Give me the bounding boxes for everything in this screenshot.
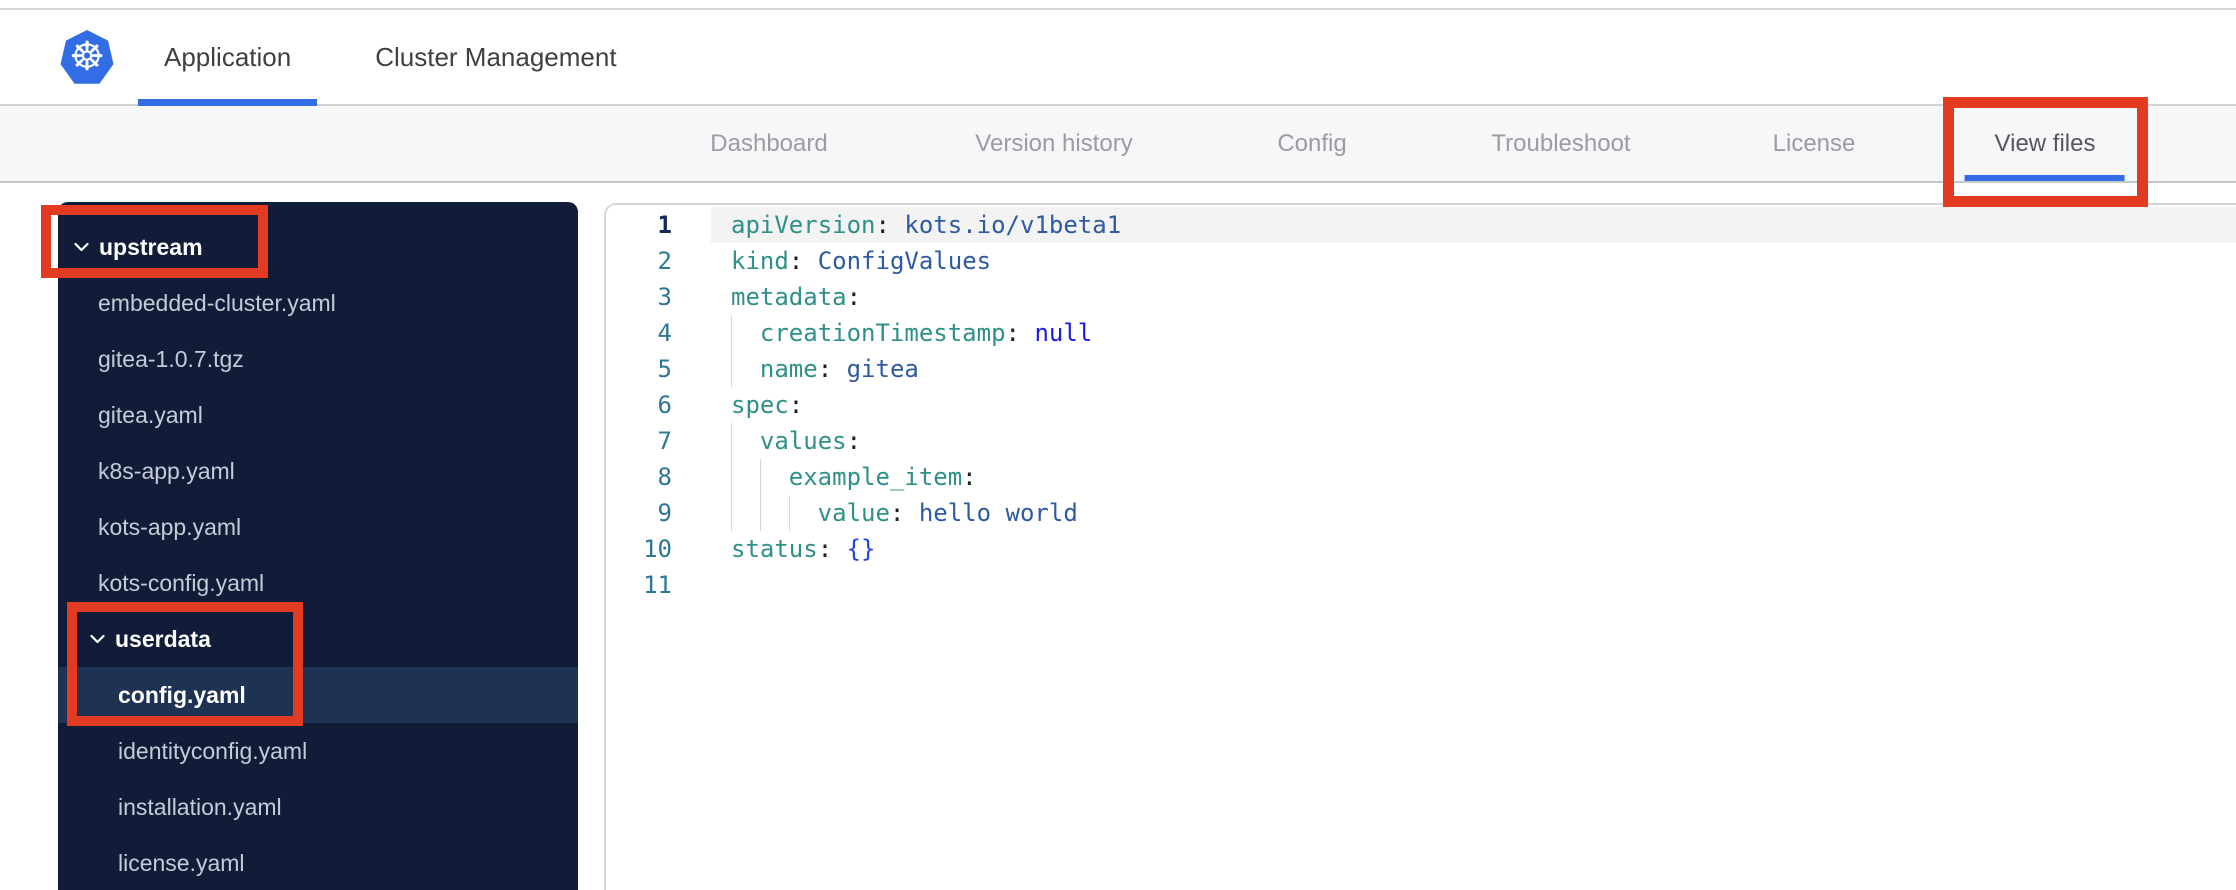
tab-license[interactable]: License <box>1773 106 1856 181</box>
tree-item-label: kots-app.yaml <box>98 513 242 540</box>
tab-application[interactable]: Application <box>138 10 318 106</box>
tree-item-label: identityconfig.yaml <box>118 737 308 764</box>
code-line: 5 name: gitea <box>606 351 2236 387</box>
line-number: 9 <box>657 499 672 527</box>
tree-item-label: upstream <box>99 233 203 260</box>
tab-cluster-management-label: Cluster Management <box>375 41 617 72</box>
tree-item-label: kots-config.yaml <box>98 569 265 596</box>
code-line-content[interactable]: value: hello world <box>711 495 2236 531</box>
code-line-content[interactable]: kind: ConfigValues <box>711 243 2236 279</box>
code-line: 4 creationTimestamp: null <box>606 315 2236 351</box>
line-number: 6 <box>657 391 672 419</box>
tree-file-gitea.yaml[interactable]: gitea.yaml <box>58 387 578 443</box>
code-line-content[interactable]: example_item: <box>711 459 2236 495</box>
tree-file-kots-app.yaml[interactable]: kots-app.yaml <box>58 499 578 555</box>
code-line: 10 status: {} <box>606 531 2236 567</box>
tree-file-installation.yaml[interactable]: installation.yaml <box>58 779 578 835</box>
tree-file-kots-config.yaml[interactable]: kots-config.yaml <box>58 555 578 611</box>
tree-item-label: gitea.yaml <box>98 401 203 428</box>
code-line: 11 <box>606 567 2236 603</box>
line-number: 8 <box>657 463 672 491</box>
tab-version-history[interactable]: Version history <box>975 106 1132 181</box>
app-header: ☸ Application Cluster Management <box>0 10 2236 106</box>
tab-troubleshoot[interactable]: Troubleshoot <box>1491 106 1630 181</box>
chevron-down-icon <box>90 634 105 644</box>
tree-folder-userdata[interactable]: userdata <box>58 611 578 667</box>
code-line: 6 spec: <box>606 387 2236 423</box>
editor-panel: 1 apiVersion: kots.io/v1beta1 2 kind: Co… <box>604 203 2236 890</box>
code-line-content[interactable] <box>711 567 2236 603</box>
code-line-content[interactable]: values: <box>711 423 2236 459</box>
tab-config[interactable]: Config <box>1277 106 1346 181</box>
tree-file-config.yaml[interactable]: config.yaml <box>58 667 578 723</box>
active-subnav-underline <box>1965 175 2125 181</box>
file-tree: upstream embedded-cluster.yaml gitea-1.0… <box>58 202 578 890</box>
code-lines: 1 apiVersion: kots.io/v1beta1 2 kind: Co… <box>606 207 2236 603</box>
tree-file-embedded-cluster.yaml[interactable]: embedded-cluster.yaml <box>58 275 578 331</box>
tab-config-label: Config <box>1277 129 1347 157</box>
tab-view-files[interactable]: View files <box>1965 106 2125 181</box>
tab-application-label: Application <box>164 41 292 72</box>
tree-file-license.yaml[interactable]: license.yaml <box>58 835 578 890</box>
line-number: 3 <box>657 283 672 311</box>
line-number: 2 <box>657 247 672 275</box>
code-line-content[interactable]: apiVersion: kots.io/v1beta1 <box>711 207 2236 243</box>
line-number: 4 <box>657 319 672 347</box>
tree-item-label: k8s-app.yaml <box>98 457 235 484</box>
tree-item-label: gitea-1.0.7.tgz <box>98 345 244 372</box>
tab-view-files-label: View files <box>1994 129 2096 157</box>
tree-file-identityconfig.yaml[interactable]: identityconfig.yaml <box>58 723 578 779</box>
tree-item-label: license.yaml <box>118 849 245 876</box>
code-line-content[interactable]: status: {} <box>711 531 2236 567</box>
tab-dashboard[interactable]: Dashboard <box>710 106 827 181</box>
kubernetes-heptagon: ☸ <box>60 30 114 84</box>
code-line: 7 values: <box>606 423 2236 459</box>
chevron-down-icon <box>74 242 89 252</box>
tree-item-label: config.yaml <box>118 681 246 708</box>
app-subnav: Dashboard Version history Config Trouble… <box>0 106 2236 183</box>
tree-item-label: userdata <box>115 625 211 652</box>
line-number: 7 <box>657 427 672 455</box>
line-number: 1 <box>657 211 672 239</box>
code-line: 3 metadata: <box>606 279 2236 315</box>
tree-item-label: installation.yaml <box>118 793 282 820</box>
tree-item-label: embedded-cluster.yaml <box>98 289 336 316</box>
tab-version-history-label: Version history <box>975 129 1133 157</box>
tree-folder-upstream[interactable]: upstream <box>58 219 578 275</box>
tab-dashboard-label: Dashboard <box>710 129 828 157</box>
tab-license-label: License <box>1772 129 1856 157</box>
line-number: 11 <box>643 571 672 599</box>
code-line-content[interactable]: spec: <box>711 387 2236 423</box>
active-tab-underline <box>138 99 318 106</box>
code-line: 1 apiVersion: kots.io/v1beta1 <box>606 207 2236 243</box>
code-line-content[interactable]: creationTimestamp: null <box>711 315 2236 351</box>
code-line-content[interactable]: name: gitea <box>711 351 2236 387</box>
kubernetes-logo[interactable]: ☸ <box>60 30 114 86</box>
header-tabs: Application Cluster Management <box>138 10 643 106</box>
code-line: 8 example_item: <box>606 459 2236 495</box>
helm-wheel-icon: ☸ <box>69 35 105 79</box>
tree-file-gitea-1.0.7.tgz[interactable]: gitea-1.0.7.tgz <box>58 331 578 387</box>
code-line: 9 value: hello world <box>606 495 2236 531</box>
tab-troubleshoot-label: Troubleshoot <box>1491 129 1631 157</box>
line-number: 5 <box>657 355 672 383</box>
tree-file-k8s-app.yaml[interactable]: k8s-app.yaml <box>58 443 578 499</box>
line-number: 10 <box>643 535 672 563</box>
tab-cluster-management[interactable]: Cluster Management <box>349 10 642 104</box>
code-line-content[interactable]: metadata: <box>711 279 2236 315</box>
code-line: 2 kind: ConfigValues <box>606 243 2236 279</box>
